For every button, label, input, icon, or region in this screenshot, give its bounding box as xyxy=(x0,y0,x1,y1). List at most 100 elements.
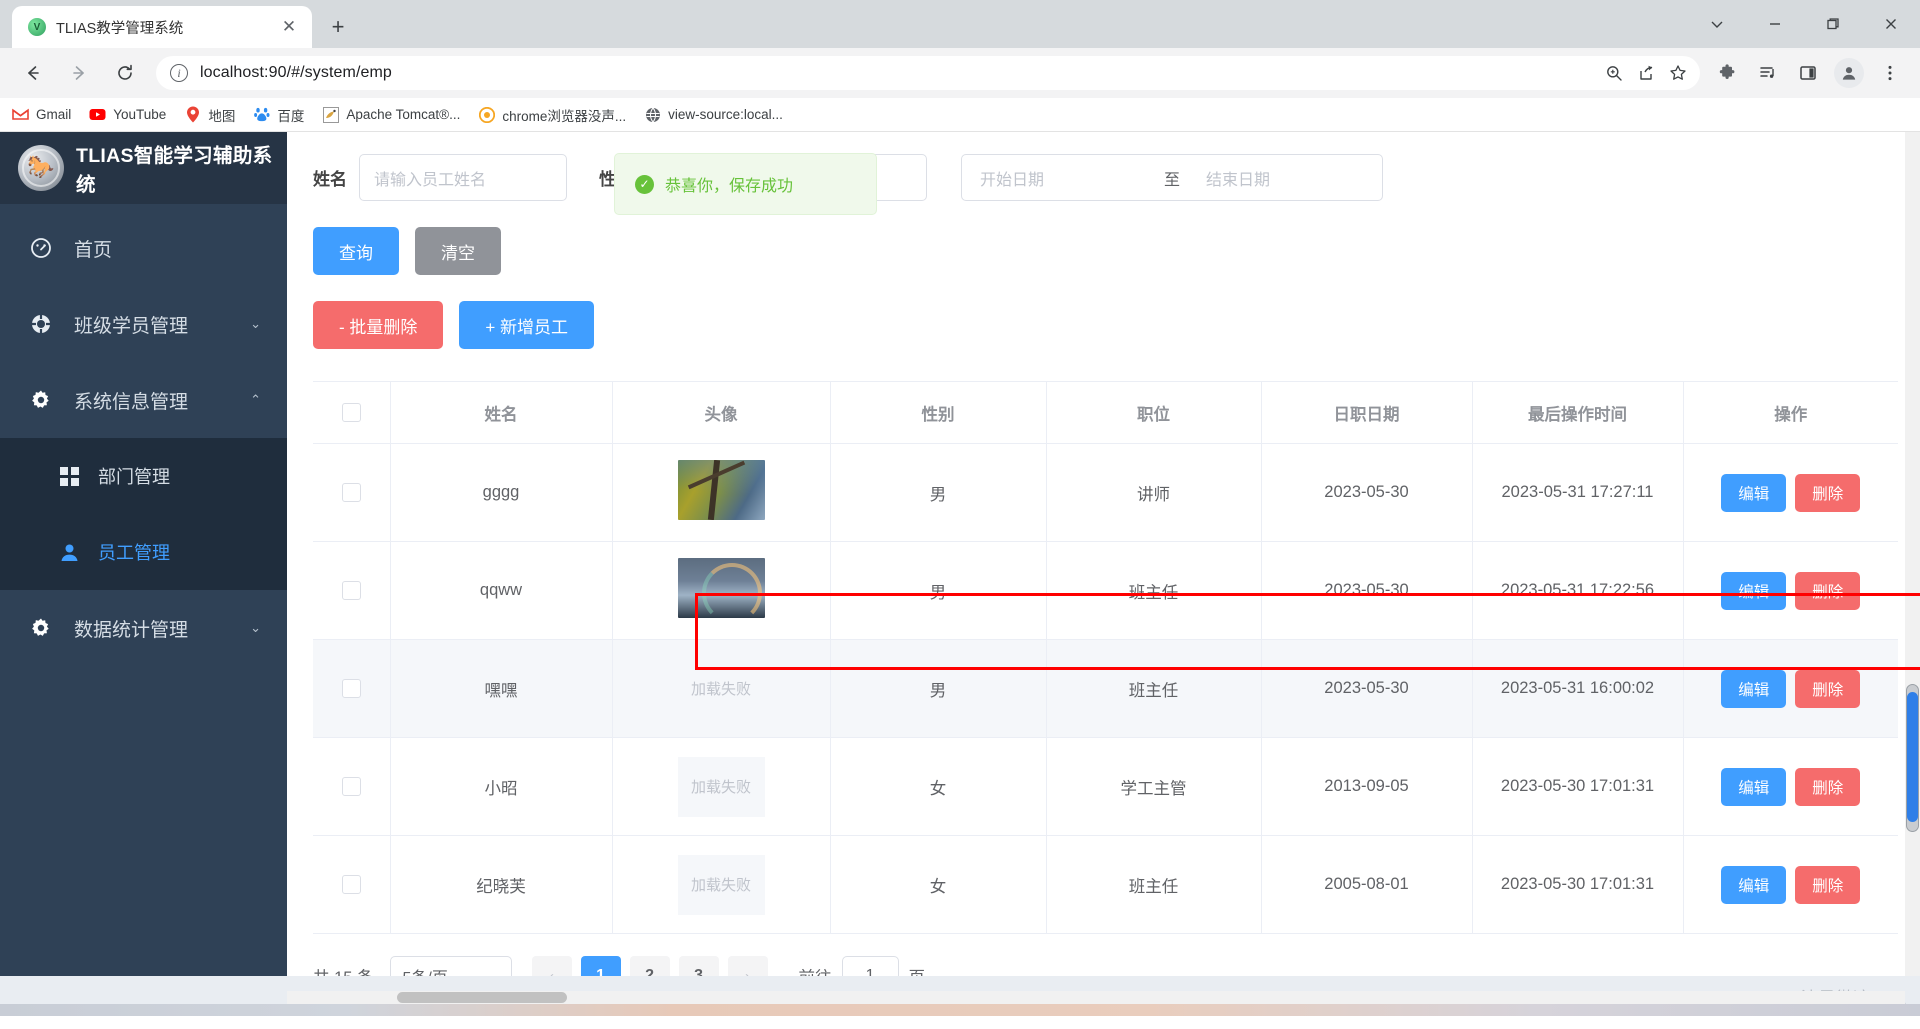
pagination-page-2[interactable]: 2 xyxy=(629,956,670,976)
clear-button[interactable]: 清空 xyxy=(415,227,501,275)
close-icon[interactable]: ✕ xyxy=(276,14,302,40)
table-row[interactable]: gggg 男 讲师 2023-05-30 2023-05-31 17:27:11… xyxy=(313,443,1898,542)
search-input-start-date[interactable]: 开始日期 xyxy=(972,155,1146,200)
delete-button[interactable]: 删除 xyxy=(1795,669,1861,708)
bookmark-baidu[interactable]: 百度 xyxy=(253,105,304,125)
horizontal-scrollbar-thumb[interactable] xyxy=(397,992,567,1003)
page-scrollbar-thumb-inner[interactable] xyxy=(1907,692,1918,822)
header-last-op: 最后操作时间 xyxy=(1471,381,1683,444)
sidebar-item-class-student[interactable]: 班级学员管理 ⌄ xyxy=(0,286,287,362)
sidebar-item-system-info[interactable]: 系统信息管理 ⌃ xyxy=(0,362,287,438)
delete-button[interactable]: 删除 xyxy=(1795,767,1861,806)
bookmark-label: YouTube xyxy=(113,107,167,122)
goto-page-input[interactable]: 1 xyxy=(841,956,899,976)
pagination-page-1[interactable]: 1 xyxy=(580,956,621,976)
cell-operations: 编辑 删除 xyxy=(1682,639,1898,738)
pagination-page-3[interactable]: 3 xyxy=(678,956,719,976)
search-input-end-date[interactable]: 结束日期 xyxy=(1198,155,1373,200)
brand-title: TLIAS智能学习辅助系统 xyxy=(76,145,273,196)
search-buttons: 查询 清空 xyxy=(287,201,1920,275)
date-range-separator: 至 xyxy=(1164,171,1181,189)
edit-button[interactable]: 编辑 xyxy=(1721,767,1787,806)
chevron-down-icon[interactable] xyxy=(1688,0,1746,48)
profile-avatar-icon[interactable] xyxy=(1834,58,1864,88)
batch-delete-button[interactable]: - 批量删除 xyxy=(313,301,444,349)
cell-operations: 编辑 删除 xyxy=(1682,737,1898,836)
edit-button[interactable]: 编辑 xyxy=(1721,669,1787,708)
restore-icon[interactable] xyxy=(1804,0,1862,48)
bookmark-label: Gmail xyxy=(36,107,72,122)
bookmark-gmail[interactable]: Gmail xyxy=(12,106,71,123)
zoom-in-icon[interactable] xyxy=(1598,57,1630,89)
page-scrollbar[interactable] xyxy=(1905,132,1920,976)
cell-avatar: 加载失败 xyxy=(611,737,830,836)
compass-icon xyxy=(30,313,60,335)
main-content: 姓名 请输入员工姓名 性别 开始日期 至 结束日期 xyxy=(287,132,1920,976)
select-all-checkbox[interactable] xyxy=(341,403,361,423)
sidebar-item-department[interactable]: 部门管理 xyxy=(0,438,287,514)
sidebar-menu: 首页 班级学员管理 ⌄ 系统信息管理 ⌃ 部门管理 员工管理 数据统计管理 ⌄ xyxy=(0,204,287,666)
sidebar-item-label: 员工管理 xyxy=(98,543,170,563)
sidebar-item-data-stats[interactable]: 数据统计管理 ⌄ xyxy=(0,590,287,666)
sidebar-item-home[interactable]: 首页 xyxy=(0,210,287,286)
bookmark-star-icon[interactable] xyxy=(1662,57,1694,89)
minimize-icon[interactable] xyxy=(1746,0,1804,48)
forward-icon[interactable] xyxy=(61,55,97,91)
row-checkbox[interactable] xyxy=(341,777,361,797)
media-list-icon[interactable] xyxy=(1750,55,1786,91)
share-icon[interactable] xyxy=(1630,57,1662,89)
cell-job: 学工主管 xyxy=(1045,737,1261,836)
cell-name: 嘿嘿 xyxy=(389,639,612,738)
table-row[interactable]: 嘿嘿 加载失败 男 班主任 2023-05-30 2023-05-31 16:0… xyxy=(313,639,1898,738)
toast-message: 恭喜你，保存成功 xyxy=(665,178,794,195)
search-input-name[interactable]: 请输入员工姓名 xyxy=(359,154,567,201)
page-size-select[interactable]: 5条/页 ⌄ xyxy=(389,956,512,976)
row-checkbox[interactable] xyxy=(341,875,361,895)
delete-button[interactable]: 删除 xyxy=(1795,571,1861,610)
row-checkbox[interactable] xyxy=(341,581,361,601)
pagination-prev[interactable]: ‹ xyxy=(531,956,572,976)
gmail-icon xyxy=(12,106,29,123)
new-tab-button[interactable]: + xyxy=(320,9,356,45)
delete-button[interactable]: 删除 xyxy=(1795,473,1861,512)
vue-logo-icon: V xyxy=(28,18,46,36)
taskbar-peek xyxy=(0,1004,1920,1016)
edit-button[interactable]: 编辑 xyxy=(1721,865,1787,904)
table-header-row: 姓名 头像 性别 职位 日职日期 最后操作时间 操作 xyxy=(313,381,1898,444)
chrome-menu-icon[interactable] xyxy=(1872,55,1908,91)
query-button[interactable]: 查询 xyxy=(313,227,399,275)
delete-button[interactable]: 删除 xyxy=(1795,865,1861,904)
globe-icon xyxy=(644,106,661,123)
bookmark-label: 百度 xyxy=(277,108,305,124)
edit-button[interactable]: 编辑 xyxy=(1721,473,1787,512)
omnibox-actions xyxy=(1598,57,1694,89)
reload-icon[interactable] xyxy=(107,55,143,91)
edit-button[interactable]: 编辑 xyxy=(1721,571,1787,610)
side-panel-icon[interactable] xyxy=(1790,55,1826,91)
sidebar-item-employee[interactable]: 员工管理 xyxy=(0,514,287,590)
sidebar-brand: 🐎 TLIAS智能学习辅助系统 xyxy=(0,132,287,204)
extensions-puzzle-icon[interactable] xyxy=(1710,55,1746,91)
date-range-picker[interactable]: 开始日期 至 结束日期 xyxy=(961,154,1384,201)
bookmark-tomcat[interactable]: Apache Tomcat®... xyxy=(322,106,460,123)
back-icon[interactable] xyxy=(15,55,51,91)
row-checkbox[interactable] xyxy=(341,483,361,503)
pagination-next[interactable]: › xyxy=(727,956,768,976)
sidebar: 🐎 TLIAS智能学习辅助系统 首页 班级学员管理 ⌄ 系统信息管理 ⌃ 部门管… xyxy=(0,132,287,976)
browser-tab[interactable]: V TLIAS教学管理系统 ✕ xyxy=(12,6,312,48)
info-circle-icon[interactable]: i xyxy=(170,64,188,82)
bookmark-view-source[interactable]: view-source:local... xyxy=(644,106,783,123)
address-bar[interactable]: i localhost:90/#/system/emp xyxy=(156,56,1700,90)
table-row[interactable]: qqww 男 班主任 2023-05-30 2023-05-31 17:22:5… xyxy=(313,541,1898,640)
bottom-bar: CSDN @清风微凉 aaa xyxy=(0,976,1920,1016)
bookmark-maps[interactable]: 地图 xyxy=(184,105,235,125)
bookmark-chrome-sound[interactable]: chrome浏览器没声... xyxy=(478,105,626,125)
bookmark-youtube[interactable]: YouTube xyxy=(89,106,166,123)
row-checkbox[interactable] xyxy=(341,679,361,699)
add-employee-button[interactable]: + 新增员工 xyxy=(459,301,595,349)
employee-table: 姓名 头像 性别 职位 日职日期 最后操作时间 操作 gggg 男 讲师 202… xyxy=(313,381,1898,934)
horizontal-scrollbar[interactable] xyxy=(287,991,1905,1004)
table-row[interactable]: 纪晓芙 加载失败 女 班主任 2005-08-01 2023-05-30 17:… xyxy=(313,835,1898,934)
close-icon[interactable] xyxy=(1862,0,1920,48)
table-row[interactable]: 小昭 加载失败 女 学工主管 2013-09-05 2023-05-30 17:… xyxy=(313,737,1898,836)
